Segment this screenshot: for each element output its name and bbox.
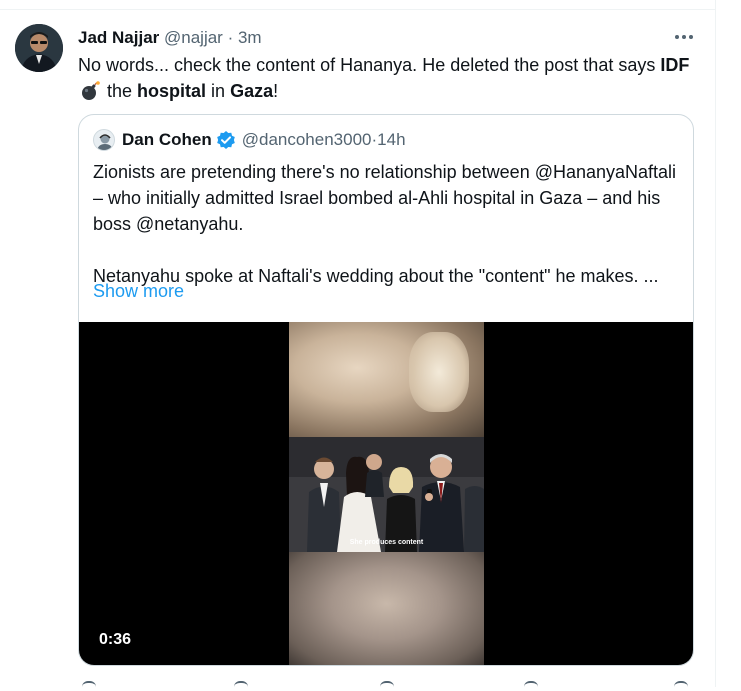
quoted-author-avatar [93, 129, 115, 151]
tweet-time[interactable]: 3m [238, 28, 262, 47]
video-scene: She produces content [289, 437, 484, 552]
quoted-tweet-text: Zionists are pretending there's no relat… [93, 159, 683, 289]
tweet-text-the: the [102, 81, 138, 101]
top-divider [0, 9, 716, 10]
quoted-tweet-header: Dan Cohen @dancohen3000 · 14h [93, 129, 406, 151]
video-blur-top [289, 322, 484, 437]
reply-icon[interactable] [82, 681, 96, 691]
views-icon[interactable] [524, 681, 538, 691]
tweet-text-gaza: Gaza [230, 81, 274, 101]
bomb-icon [80, 81, 100, 101]
quoted-author-name: Dan Cohen [122, 130, 212, 149]
retweet-icon[interactable] [234, 681, 248, 691]
show-more-link[interactable]: Show more [93, 280, 184, 302]
like-icon[interactable] [380, 681, 394, 691]
header-separator: · [222, 28, 238, 47]
tweet-text-hospital: hospital [137, 81, 207, 101]
video-player[interactable]: She produces content 0:36 [79, 322, 693, 665]
video-duration: 0:36 [99, 631, 132, 648]
tweet-text-idf: IDF [660, 55, 690, 75]
tweet-text-in: in [206, 81, 231, 101]
tweet-text-part1: No words... check the content of Hananya… [78, 55, 661, 75]
timeline-border [715, 0, 716, 687]
video-frame: She produces content [289, 322, 484, 665]
action-bar [78, 681, 698, 689]
author-handle[interactable]: @najjar [164, 28, 223, 47]
video-caption: She produces content [349, 539, 424, 546]
verified-badge-icon [216, 130, 236, 150]
quoted-paragraph-1: Zionists are pretending there's no relat… [93, 162, 677, 234]
tweet-text: No words... check the content of Hananya… [78, 52, 698, 104]
video-blur-bottom [289, 552, 484, 665]
author-avatar[interactable] [15, 24, 63, 72]
quoted-tweet[interactable]: Dan Cohen @dancohen3000 · 14h Zionists a… [78, 114, 694, 666]
more-options-icon[interactable] [672, 26, 696, 48]
quoted-author-handle: @dancohen3000 [241, 130, 372, 149]
tweet-text-end: ! [273, 81, 279, 101]
quoted-tweet-time: 14h [377, 130, 406, 149]
share-icon[interactable] [674, 681, 688, 691]
author-name[interactable]: Jad Najjar [78, 28, 159, 47]
tweet-header: Jad Najjar @najjar · 3m [78, 27, 262, 49]
